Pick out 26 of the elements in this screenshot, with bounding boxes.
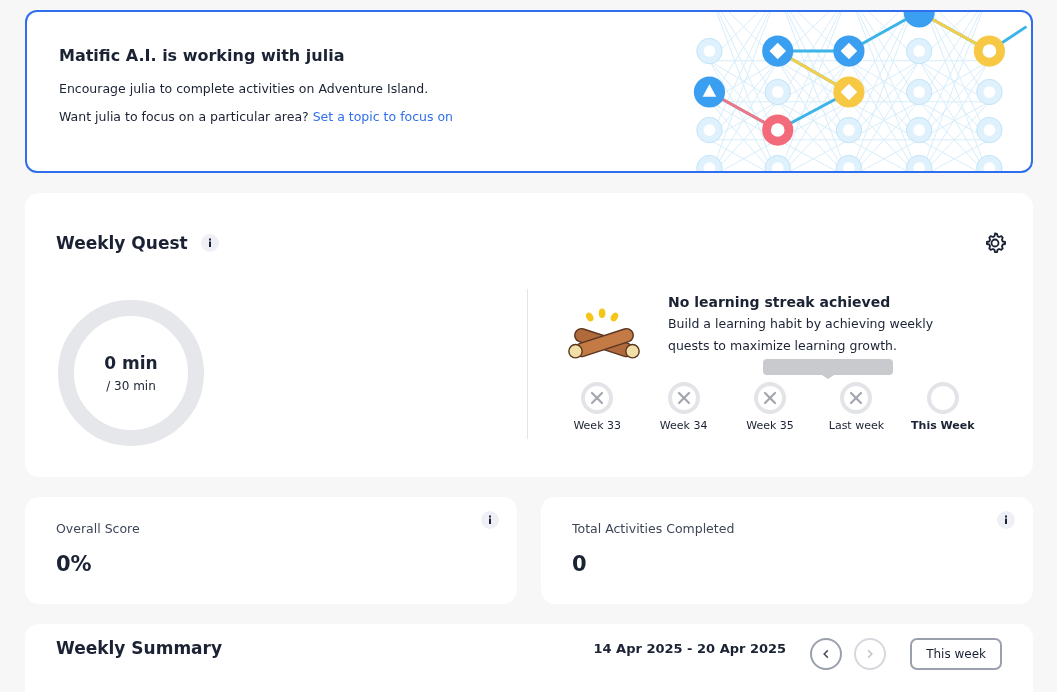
streak-title: No learning streak achieved <box>668 294 892 310</box>
summary-title: Weekly Summary <box>56 638 223 660</box>
banner-text: Encourage julia to complete activities on Adventure Island. <box>59 81 430 96</box>
streak-text: Build a learning habit by achieving weekly quests to maximize learning growth. <box>668 315 935 355</box>
settings-icon[interactable] <box>983 231 1007 255</box>
week-label: Week 34 <box>659 419 708 432</box>
banner-title: Matific A.I. is working with julia <box>59 46 346 65</box>
info-icon[interactable] <box>997 511 1015 529</box>
previous-week-button[interactable] <box>810 638 843 670</box>
week-label: This Week <box>911 419 975 432</box>
quest-target: / 30 min <box>106 379 156 393</box>
focus-topic-link[interactable]: Set a topic to focus on <box>312 109 454 124</box>
stat-label: Total Activities Completed <box>572 521 736 536</box>
stat-label: Overall Score <box>56 521 141 536</box>
quest-minutes: 0 min <box>104 353 158 373</box>
banner-question: Want julia to focus on a particular area? <box>59 109 309 124</box>
week-label: Week 33 <box>573 419 621 432</box>
info-icon[interactable] <box>481 511 499 529</box>
this-week-button[interactable]: This week <box>910 638 1002 670</box>
date-range: 14 Apr 2025 - 20 Apr 2025 <box>593 641 787 656</box>
stat-value: 0% <box>56 552 93 576</box>
info-icon[interactable] <box>200 234 219 252</box>
stat-value: 0 <box>572 552 588 576</box>
week-label: Last week <box>828 419 885 432</box>
quest-title: Weekly Quest <box>56 233 188 253</box>
week-label: Week 35 <box>746 419 794 432</box>
